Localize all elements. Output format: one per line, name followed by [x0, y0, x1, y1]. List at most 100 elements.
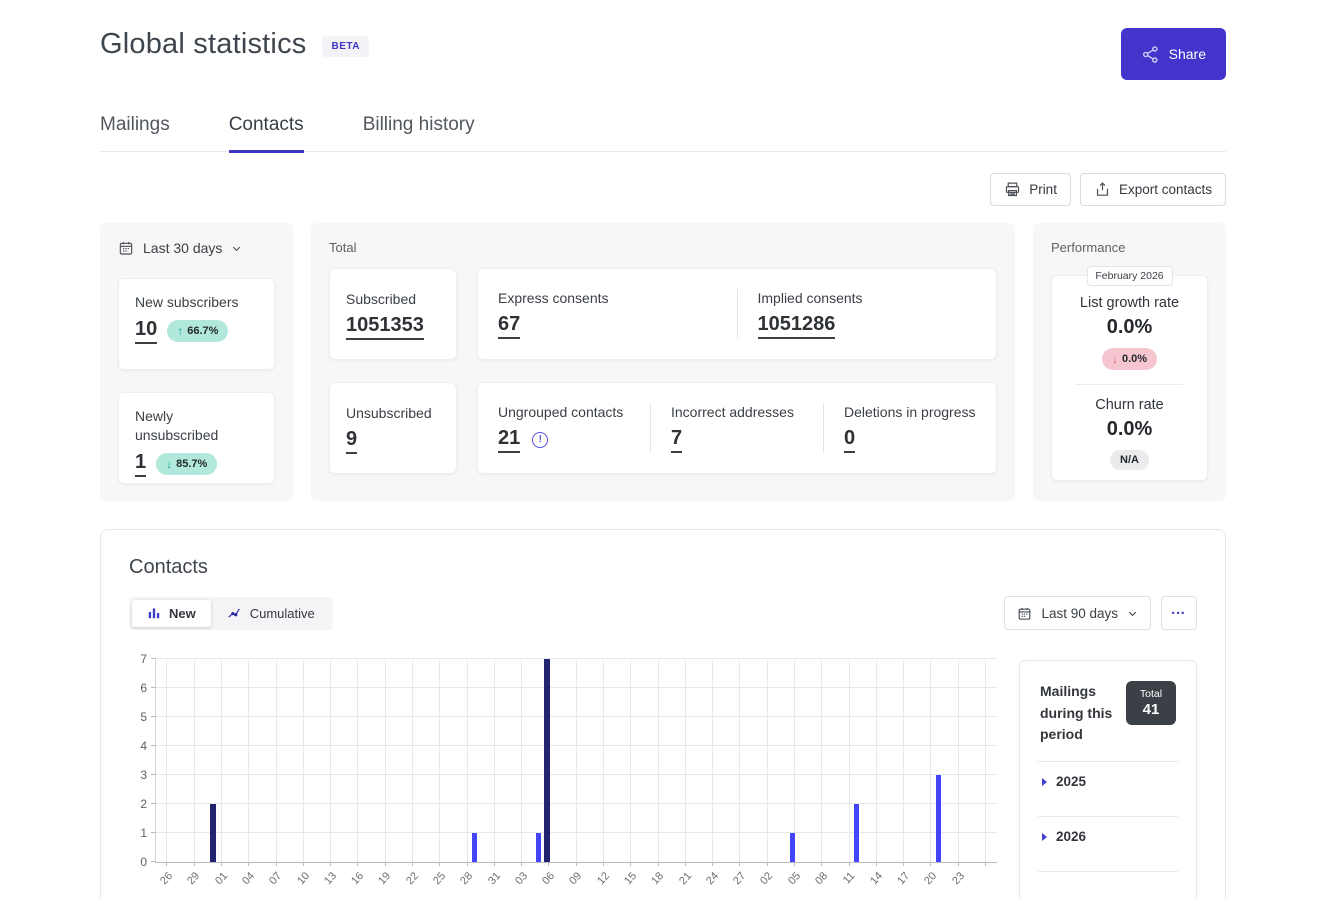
actions-row: Print Export contacts — [100, 173, 1226, 206]
share-icon — [1141, 45, 1160, 64]
chart-bar[interactable] — [544, 659, 550, 862]
x-tick — [276, 862, 277, 866]
unsubscribed-card: Unsubscribed 9 — [329, 382, 457, 474]
chart-bar[interactable] — [210, 804, 216, 862]
deletions-cell: Deletions in progress 0 — [823, 403, 996, 453]
x-tick — [576, 862, 577, 866]
x-gridline — [985, 660, 986, 862]
export-contacts-label: Export contacts — [1119, 182, 1212, 197]
contacts-chart: 0123456726290104071013161922252831030609… — [129, 660, 997, 899]
print-button-label: Print — [1029, 182, 1057, 197]
unsubscribed-value[interactable]: 9 — [346, 428, 357, 454]
x-tick — [658, 862, 659, 866]
tab-mailings[interactable]: Mailings — [100, 114, 170, 151]
x-axis-label: 13 — [322, 870, 339, 887]
x-tick — [739, 862, 740, 866]
global-statistics-page: Global statistics BETA Share Mailings Co… — [0, 0, 1320, 899]
tab-contacts[interactable]: Contacts — [229, 114, 304, 151]
line-chart-icon — [226, 606, 242, 620]
x-tick — [303, 862, 304, 866]
x-axis-label: 26 — [158, 870, 175, 887]
x-gridline — [821, 660, 822, 862]
x-axis-label: 15 — [622, 870, 639, 887]
chart-plot-area[interactable]: 0123456726290104071013161922252831030609… — [155, 660, 997, 863]
y-axis-label: 1 — [140, 826, 147, 840]
x-gridline — [248, 660, 249, 862]
subscribed-card: Subscribed 1051353 — [329, 268, 457, 360]
mailings-total-value: 41 — [1143, 701, 1160, 718]
y-tick — [151, 861, 156, 862]
chart-bar[interactable] — [790, 833, 795, 862]
y-tick — [151, 745, 156, 746]
toggle-cumulative[interactable]: Cumulative — [211, 600, 330, 627]
newly-unsubscribed-card: Newly unsubscribed 1 ↓ 85.7% — [118, 392, 275, 484]
x-axis-label: 02 — [759, 870, 776, 887]
x-axis-label: 05 — [786, 870, 803, 887]
x-axis-label: 27 — [731, 870, 748, 887]
chevron-down-icon — [231, 243, 242, 254]
y-tick — [151, 658, 156, 659]
chart-bar[interactable] — [536, 833, 541, 862]
x-axis-label: 23 — [950, 870, 967, 887]
chart-range-dropdown[interactable]: Last 90 days — [1004, 596, 1151, 630]
mailings-title: Mailings during this period — [1040, 681, 1114, 746]
chart-mode-toggle: New Cumulative — [129, 597, 333, 630]
tab-bar: Mailings Contacts Billing history — [100, 114, 1226, 152]
incorrect-addresses-value[interactable]: 7 — [671, 427, 682, 453]
newly-unsubscribed-trend-badge: ↓ 85.7% — [156, 453, 217, 475]
contacts-section: Contacts New C — [100, 529, 1226, 899]
y-axis-label: 5 — [140, 710, 147, 724]
period-dropdown[interactable]: Last 30 days — [118, 240, 275, 256]
print-button[interactable]: Print — [990, 173, 1071, 206]
x-axis-label: 04 — [240, 870, 257, 887]
new-subscribers-label: New subscribers — [135, 293, 258, 312]
warning-icon[interactable]: ! — [532, 432, 548, 448]
x-axis-label: 24 — [704, 870, 721, 887]
export-contacts-button[interactable]: Export contacts — [1080, 173, 1226, 206]
new-subscribers-value[interactable]: 10 — [135, 318, 157, 344]
year-row-2026[interactable]: 2026 — [1040, 817, 1176, 856]
year-row-2025[interactable]: 2025 — [1040, 762, 1176, 801]
newly-unsubscribed-value[interactable]: 1 — [135, 451, 146, 477]
y-tick — [151, 687, 156, 688]
tab-billing-history[interactable]: Billing history — [363, 114, 475, 151]
y-axis-label: 3 — [140, 768, 147, 782]
express-consents-value[interactable]: 67 — [498, 313, 520, 339]
subscribed-value[interactable]: 1051353 — [346, 314, 424, 340]
x-tick — [221, 862, 222, 866]
incorrect-addresses-cell: Incorrect addresses 7 — [650, 403, 823, 453]
implied-consents-value[interactable]: 1051286 — [758, 313, 836, 339]
ungrouped-contacts-value[interactable]: 21 — [498, 427, 520, 453]
triangle-right-icon — [1042, 833, 1047, 841]
toggle-new[interactable]: New — [132, 600, 211, 627]
y-tick — [151, 716, 156, 717]
more-options-button[interactable]: … — [1161, 596, 1197, 630]
x-tick — [494, 862, 495, 866]
x-axis-label: 22 — [404, 870, 421, 887]
x-gridline — [467, 660, 468, 862]
x-gridline — [712, 660, 713, 862]
chart-bar[interactable] — [854, 804, 859, 862]
chart-bar[interactable] — [472, 833, 477, 862]
x-tick — [767, 862, 768, 866]
x-gridline — [412, 660, 413, 862]
x-axis-label: 17 — [895, 870, 912, 887]
new-subscribers-card: New subscribers 10 ↑ 66.7% — [118, 278, 275, 370]
x-tick — [439, 862, 440, 866]
x-gridline — [630, 660, 631, 862]
triangle-right-icon — [1042, 778, 1047, 786]
chart-range-value: Last 90 days — [1041, 606, 1118, 621]
x-tick — [467, 862, 468, 866]
x-tick — [794, 862, 795, 866]
y-axis-label: 7 — [140, 652, 147, 666]
y-axis-label: 4 — [140, 739, 147, 753]
x-gridline — [194, 660, 195, 862]
x-tick — [685, 862, 686, 866]
share-button[interactable]: Share — [1121, 28, 1226, 80]
x-tick — [958, 862, 959, 866]
deletions-value[interactable]: 0 — [844, 427, 855, 453]
x-gridline — [903, 660, 904, 862]
x-tick — [385, 862, 386, 866]
chart-bar[interactable] — [936, 775, 941, 862]
x-gridline — [767, 660, 768, 862]
